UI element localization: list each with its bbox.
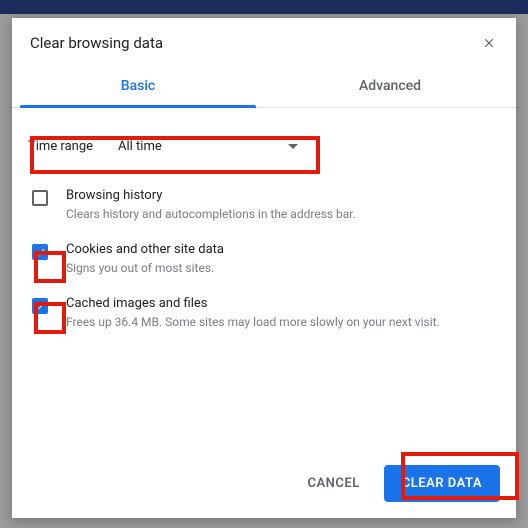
clear-browsing-data-dialog: Clear browsing data Basic Advanced Time … [12, 18, 516, 518]
option-title: Cached images and files [66, 296, 500, 311]
checkbox-cache[interactable] [32, 298, 48, 314]
time-range-label: Time range [28, 139, 114, 154]
option-cache: Cached images and files Frees up 36.4 MB… [20, 286, 508, 340]
checkbox-browsing-history[interactable] [32, 190, 48, 206]
check-icon [34, 246, 46, 258]
close-button[interactable] [480, 34, 498, 52]
time-range-value: All time [118, 139, 162, 154]
cancel-button[interactable]: CANCEL [295, 466, 371, 501]
option-desc: Clears history and autocompletions in th… [66, 206, 500, 222]
option-title: Cookies and other site data [66, 242, 500, 257]
option-cookies: Cookies and other site data Signs you ou… [20, 232, 508, 286]
dialog-header: Clear browsing data [12, 18, 516, 66]
checkbox-cookies[interactable] [32, 244, 48, 260]
dialog-title: Clear browsing data [30, 34, 480, 52]
option-desc: Frees up 36.4 MB. Some sites may load mo… [66, 314, 500, 330]
tab-advanced[interactable]: Advanced [264, 66, 516, 107]
time-range-row: Time range All time [20, 124, 508, 168]
tab-basic[interactable]: Basic [12, 66, 264, 107]
time-range-select[interactable]: All time [114, 131, 302, 161]
dialog-body: Time range All time Browsing history Cle… [12, 108, 516, 451]
clear-data-button[interactable]: CLEAR DATA [384, 465, 500, 502]
option-desc: Signs you out of most sites. [66, 260, 500, 276]
tabs: Basic Advanced [12, 66, 516, 108]
option-browsing-history: Browsing history Clears history and auto… [20, 178, 508, 232]
close-icon [482, 36, 496, 50]
chevron-down-icon [288, 144, 298, 149]
option-title: Browsing history [66, 188, 500, 203]
dialog-footer: CANCEL CLEAR DATA [12, 451, 516, 518]
check-icon [34, 300, 46, 312]
